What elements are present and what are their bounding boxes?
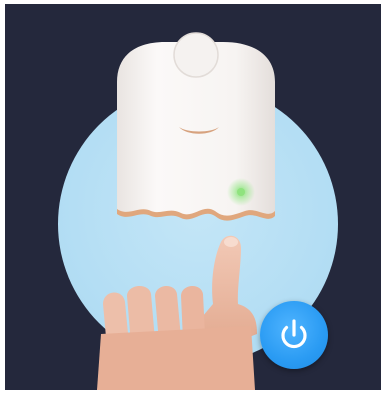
power-icon (281, 319, 307, 349)
device-screen (5, 4, 381, 390)
top-knob (173, 32, 219, 78)
power-button[interactable] (260, 301, 328, 369)
device-body (117, 32, 275, 221)
pointing-hand (97, 235, 257, 390)
